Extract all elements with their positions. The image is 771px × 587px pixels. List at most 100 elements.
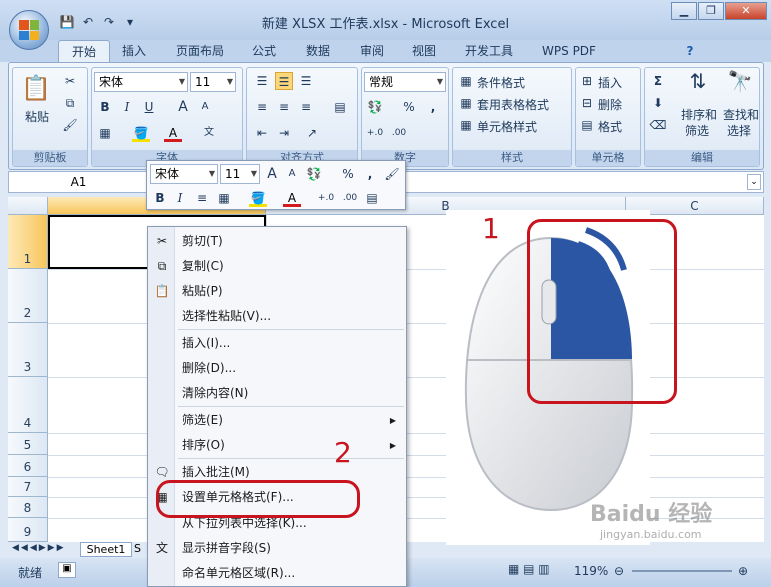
align-right-icon[interactable]: ≡: [297, 98, 315, 116]
context-menu-item[interactable]: 文显示拼音字段(S): [148, 536, 406, 561]
context-menu-item[interactable]: 筛选(E) ▶: [148, 408, 406, 433]
sheet-nav-icons[interactable]: ◀◀◀▶▶▶: [12, 543, 66, 553]
mini-currency-icon[interactable]: 💱: [305, 165, 323, 183]
delete-cells-icon[interactable]: ⊟: [578, 94, 596, 112]
merge-center-icon[interactable]: ▤: [331, 98, 349, 116]
context-menu-item[interactable]: 插入(I)...: [148, 331, 406, 356]
clear-icon[interactable]: ⌫: [649, 116, 667, 134]
bold-button[interactable]: B: [96, 98, 114, 116]
zoom-in-icon[interactable]: ⊕: [738, 564, 748, 578]
mini-merge-icon[interactable]: ▤: [363, 189, 381, 207]
context-menu-item[interactable]: 排序(O) ▶: [148, 433, 406, 458]
mini-size-select[interactable]: 11 ▼: [220, 164, 260, 184]
expand-formula-bar-icon[interactable]: ⌄: [747, 174, 761, 190]
zoom-out-icon[interactable]: ⊖: [614, 564, 624, 578]
italic-button[interactable]: I: [118, 98, 136, 116]
mini-comma-button[interactable]: ,: [361, 165, 379, 183]
save-icon[interactable]: 💾: [58, 14, 76, 30]
office-button[interactable]: [9, 10, 49, 50]
currency-icon[interactable]: 💱: [366, 98, 384, 116]
context-menu-item[interactable]: 命名单元格区域(R)...: [148, 561, 406, 586]
increase-indent-icon[interactable]: ⇥: [275, 124, 293, 142]
paste-label[interactable]: 粘贴: [25, 108, 49, 125]
context-menu-item[interactable]: 删除(D)...: [148, 356, 406, 381]
comma-button[interactable]: ,: [424, 98, 442, 116]
mini-decrease-decimal-icon[interactable]: .00: [341, 189, 359, 207]
orientation-icon[interactable]: ↗: [303, 124, 321, 142]
find-select-label[interactable]: 查找和: [723, 106, 759, 123]
sort-filter-icon[interactable]: ⇅: [685, 71, 711, 98]
increase-decimal-icon[interactable]: +.0: [366, 124, 384, 142]
mini-increase-decimal-icon[interactable]: +.0: [317, 189, 335, 207]
format-as-table-button[interactable]: 套用表格格式: [477, 96, 549, 113]
format-button[interactable]: 格式: [598, 118, 622, 135]
underline-button[interactable]: U: [140, 98, 158, 116]
paste-icon[interactable]: 📋: [21, 72, 51, 104]
row-header[interactable]: 6: [8, 455, 48, 477]
percent-button[interactable]: %: [400, 98, 418, 116]
minimize-button[interactable]: ▁: [671, 2, 697, 20]
tab-review[interactable]: 审阅: [352, 40, 392, 62]
tab-page-layout[interactable]: 页面布局: [168, 40, 232, 62]
row-header[interactable]: 4: [8, 377, 48, 433]
tab-formulas[interactable]: 公式: [244, 40, 284, 62]
cell-styles-icon[interactable]: ▦: [457, 116, 475, 134]
context-menu-item[interactable]: 📋 粘贴(P): [148, 279, 406, 304]
select-all-corner[interactable]: [8, 197, 48, 215]
font-size-select[interactable]: 11 ▼: [190, 72, 236, 92]
mini-format-painter-icon[interactable]: 🖌: [383, 165, 401, 183]
sheet-tab-sheet1[interactable]: Sheet1: [80, 542, 132, 557]
row-header[interactable]: 2: [8, 269, 48, 323]
fill-color-icon[interactable]: 🪣: [132, 124, 150, 142]
mini-shrink-font-icon[interactable]: A: [283, 165, 301, 183]
fill-icon[interactable]: ⬇: [649, 94, 667, 112]
mini-center-icon[interactable]: ≡: [193, 189, 211, 207]
tab-wps-pdf[interactable]: WPS PDF: [534, 40, 604, 62]
mini-font-color-icon[interactable]: A: [283, 189, 301, 207]
conditional-format-icon[interactable]: ▦: [457, 72, 475, 90]
context-menu-item[interactable]: ✂ 剪切(T): [148, 229, 406, 254]
align-left-icon[interactable]: ≡: [253, 98, 271, 116]
tab-insert[interactable]: 插入: [114, 40, 154, 62]
border-icon[interactable]: ▦: [96, 124, 114, 142]
decrease-decimal-icon[interactable]: .00: [390, 124, 408, 142]
redo-icon[interactable]: ↷: [100, 14, 118, 30]
cell-styles-button[interactable]: 单元格样式: [477, 118, 537, 135]
name-box[interactable]: A1: [9, 172, 149, 192]
tab-data[interactable]: 数据: [298, 40, 338, 62]
zoom-slider[interactable]: [632, 570, 732, 572]
autosum-button[interactable]: Σ: [649, 72, 667, 90]
delete-cells-button[interactable]: 删除: [598, 96, 622, 113]
phonetic-icon[interactable]: 文: [200, 124, 218, 142]
find-select-icon[interactable]: 🔭: [727, 71, 753, 98]
row-header[interactable]: 9: [8, 518, 48, 542]
customize-qat-icon[interactable]: ▾: [121, 14, 139, 30]
align-top-icon[interactable]: ☰: [253, 72, 271, 90]
mini-border-icon[interactable]: ▦: [215, 189, 233, 207]
sheet-tab-next[interactable]: S: [134, 542, 148, 557]
font-name-select[interactable]: 宋体 ▼: [94, 72, 188, 92]
align-bottom-icon[interactable]: ☰: [297, 72, 315, 90]
row-header[interactable]: 1: [8, 215, 48, 269]
format-cells-icon[interactable]: ▤: [578, 116, 596, 134]
tab-developer[interactable]: 开发工具: [456, 40, 522, 62]
mini-font-select[interactable]: 宋体 ▼: [150, 164, 218, 184]
context-menu-item[interactable]: 选择性粘贴(V)...: [148, 304, 406, 329]
tab-home[interactable]: 开始: [58, 40, 110, 62]
tab-view[interactable]: 视图: [404, 40, 444, 62]
close-button[interactable]: ✕: [725, 2, 767, 20]
conditional-format-button[interactable]: 条件格式: [477, 74, 525, 91]
number-format-select[interactable]: 常规 ▼: [364, 72, 446, 92]
format-painter-icon[interactable]: 🖌: [61, 116, 79, 134]
sort-filter-label-2[interactable]: 筛选: [685, 122, 709, 139]
shrink-font-button[interactable]: A: [196, 98, 214, 116]
row-header[interactable]: 7: [8, 477, 48, 497]
copy-icon[interactable]: ⧉: [61, 94, 79, 112]
zoom-level[interactable]: 119%: [574, 564, 608, 578]
font-color-button[interactable]: A: [164, 124, 182, 142]
align-middle-icon[interactable]: ☰: [275, 72, 293, 90]
context-menu-item[interactable]: ⧉ 复制(C): [148, 254, 406, 279]
grow-font-button[interactable]: A: [174, 98, 192, 116]
macro-record-icon[interactable]: ▣: [58, 562, 76, 578]
row-header[interactable]: 5: [8, 433, 48, 455]
